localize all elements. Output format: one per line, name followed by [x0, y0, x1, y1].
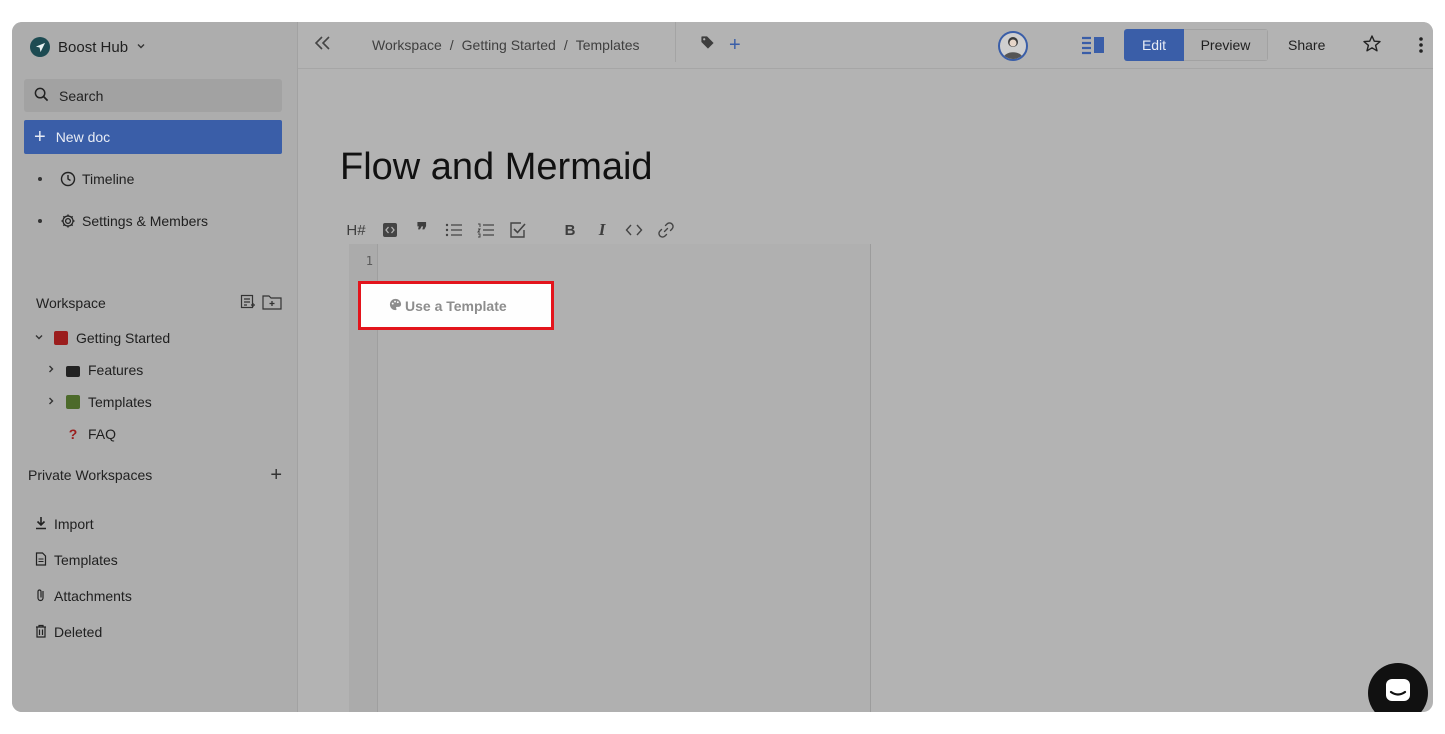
palette-icon [389, 298, 402, 314]
plus-icon: + [34, 126, 46, 148]
sidebar-item-label: Settings & Members [82, 213, 209, 229]
download-icon [34, 516, 48, 533]
add-private-workspace-button[interactable]: + [270, 464, 282, 487]
more-options-icon[interactable] [1418, 36, 1424, 59]
green-book-icon [66, 395, 80, 409]
sidebar-item-settings[interactable]: Settings & Members [38, 210, 208, 232]
tree-item-label: FAQ [88, 426, 117, 442]
quote-icon[interactable]: ❞ [412, 220, 432, 242]
sidebar-item-label: Import [54, 516, 94, 532]
italic-icon[interactable]: I [592, 220, 612, 240]
use-template-label: Use a Template [405, 297, 507, 314]
bullet [38, 219, 42, 223]
sidebar-item-templates[interactable]: Templates [34, 549, 118, 571]
space-name: Boost Hub [58, 38, 129, 56]
file-icon [34, 551, 48, 569]
breadcrumb-getting-started[interactable]: Getting Started [462, 37, 556, 53]
app-window: Boost Hub Search + New doc Timeline Sett… [12, 22, 1433, 712]
breadcrumb-templates[interactable]: Templates [576, 37, 640, 53]
add-tag-button[interactable]: + [729, 35, 741, 55]
sidebar-item-label: Timeline [82, 171, 135, 187]
editor-toolbar: H# ❞ B I [344, 220, 676, 242]
private-workspaces-header: Private Workspaces + [28, 464, 282, 486]
chat-icon [1383, 676, 1413, 711]
red-book-icon [54, 331, 68, 345]
bullet-list-icon[interactable] [444, 220, 464, 240]
question-mark-icon: ? [68, 426, 78, 442]
gear-icon [60, 213, 76, 229]
tree-item-label: Templates [88, 394, 152, 410]
top-bar: Workspace / Getting Started / Templates … [298, 22, 1433, 69]
preview-button[interactable]: Preview [1184, 29, 1268, 61]
breadcrumb-separator: / [449, 37, 454, 53]
tree-item-getting-started[interactable]: Getting Started [32, 327, 170, 349]
chat-support-button[interactable] [1368, 663, 1428, 712]
sidebar: Boost Hub Search + New doc Timeline Sett… [12, 22, 298, 712]
paperclip-icon [34, 588, 48, 605]
workspace-header: Workspace [36, 293, 282, 313]
private-workspaces-label: Private Workspaces [28, 467, 153, 483]
bullet [38, 177, 42, 181]
code-block-icon[interactable] [380, 220, 400, 240]
split-view-icon[interactable] [1081, 35, 1105, 60]
space-selector[interactable]: Boost Hub [30, 36, 146, 58]
edit-button[interactable]: Edit [1124, 29, 1184, 61]
breadcrumb-separator: / [563, 37, 568, 53]
boost-hub-logo-icon [30, 37, 50, 57]
tree-item-faq[interactable]: ? FAQ [66, 423, 116, 445]
edit-preview-toggle: Edit Preview [1124, 29, 1268, 61]
new-doc-button[interactable]: + New doc [24, 120, 282, 154]
tag-icon [700, 35, 715, 55]
search-label: Search [59, 87, 104, 104]
chevron-down-icon [136, 41, 146, 54]
sidebar-item-import[interactable]: Import [34, 513, 94, 535]
divider [675, 22, 676, 62]
sidebar-item-label: Templates [54, 552, 118, 568]
breadcrumb-workspace[interactable]: Workspace [372, 37, 442, 53]
inline-code-icon[interactable] [624, 220, 644, 240]
star-icon[interactable] [1362, 34, 1382, 59]
new-folder-icon[interactable] [262, 294, 282, 313]
checkbox-list-icon[interactable] [508, 220, 528, 240]
page-title[interactable]: Flow and Mermaid [340, 146, 653, 189]
new-doc-label: New doc [55, 129, 111, 145]
new-doc-icon[interactable] [240, 294, 256, 313]
tree-item-label: Features [88, 362, 144, 378]
search-icon [34, 87, 49, 105]
clock-icon [60, 171, 76, 187]
tag-area: + [700, 35, 741, 55]
sidebar-item-timeline[interactable]: Timeline [38, 168, 134, 190]
search-button[interactable]: Search [24, 79, 282, 112]
bold-icon[interactable]: B [560, 220, 580, 240]
sidebar-item-deleted[interactable]: Deleted [34, 621, 102, 643]
link-icon[interactable] [656, 220, 676, 240]
chevron-right-icon[interactable] [44, 396, 58, 409]
avatar[interactable] [998, 31, 1028, 61]
sidebar-item-label: Deleted [54, 624, 103, 640]
chevron-right-icon[interactable] [44, 364, 58, 377]
share-button[interactable]: Share [1288, 37, 1325, 53]
numbered-list-icon[interactable] [476, 220, 496, 240]
sidebar-item-label: Attachments [54, 588, 132, 604]
breadcrumb: Workspace / Getting Started / Templates [372, 37, 640, 53]
line-number: 1 [365, 254, 373, 268]
laptop-icon [66, 365, 80, 377]
collapse-sidebar-icon[interactable] [314, 34, 332, 57]
sidebar-item-attachments[interactable]: Attachments [34, 585, 132, 607]
tree-item-label: Getting Started [76, 330, 171, 346]
chevron-down-icon[interactable] [32, 332, 46, 345]
workspace-label: Workspace [36, 295, 106, 311]
trash-icon [34, 624, 48, 641]
tree-item-templates[interactable]: Templates [44, 391, 152, 413]
heading-icon[interactable]: H# [344, 220, 368, 240]
use-template-button[interactable]: Use a Template [358, 281, 554, 330]
tree-item-features[interactable]: Features [44, 359, 143, 381]
